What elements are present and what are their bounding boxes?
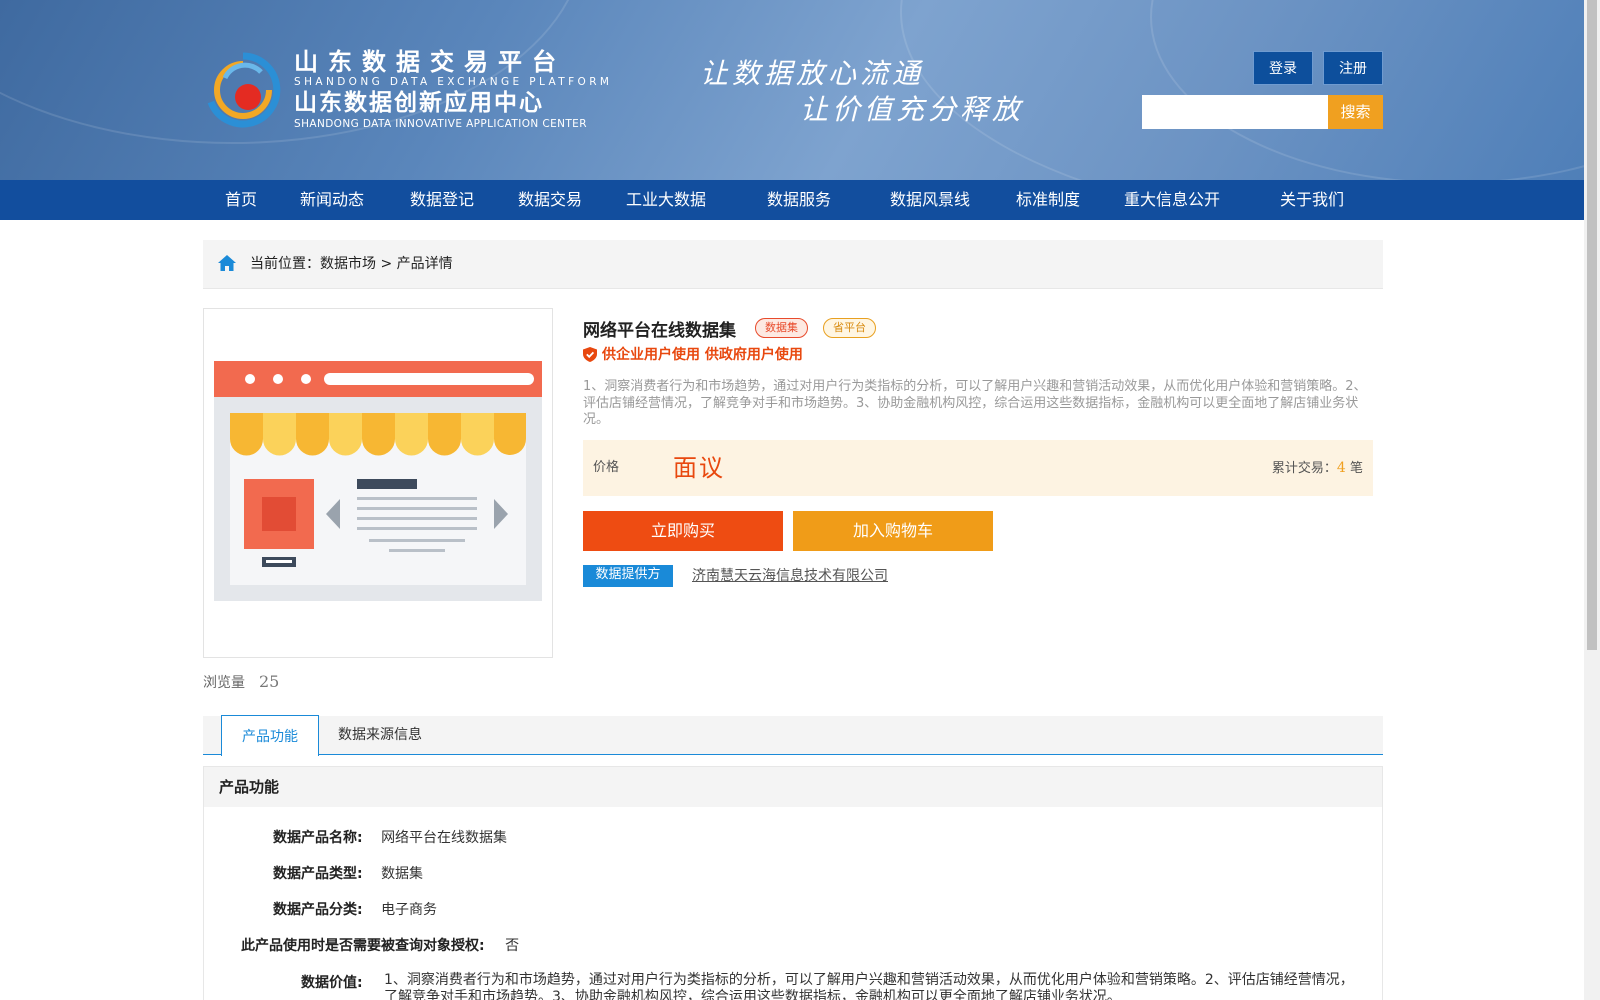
product-description: 1、洞察消费者行为和市场趋势，通过对用户行为类指标的分析，可以了解用户兴趣和营销… [583, 379, 1367, 427]
feature-value: 数据集 [381, 866, 424, 882]
slogan-line-2: 让价值充分释放 [800, 93, 1025, 126]
main-nav: 首页 新闻动态 数据登记 数据交易 工业大数据 数据服务 数据风景线 标准制度 … [0, 180, 1584, 220]
feature-key: 数据产品名称: [273, 830, 363, 846]
site-header: 山东数据交易平台 SHANDONG DATA EXCHANGE PLATFORM… [0, 0, 1584, 180]
breadcrumb: 当前位置：数据市场 > 产品详情 [203, 240, 1383, 289]
tab-product-features[interactable]: 产品功能 [221, 715, 319, 756]
platform-badge: 省平台 [823, 318, 876, 338]
view-count-value: 25 [259, 672, 280, 691]
nav-item-landscape[interactable]: 数据风景线 [890, 180, 970, 220]
nav-item-home[interactable]: 首页 [225, 180, 257, 220]
home-icon[interactable] [217, 254, 237, 276]
brand-title-en: SHANDONG DATA EXCHANGE PLATFORM [294, 76, 613, 88]
breadcrumb-prefix: 当前位置： [250, 256, 320, 272]
view-count: 浏览量 25 [203, 672, 279, 692]
cumulative-count: 4 [1336, 460, 1346, 476]
feature-value: 否 [505, 938, 520, 954]
feature-value: 电子商务 [381, 902, 438, 918]
nav-item-disclosure[interactable]: 重大信息公开 [1124, 180, 1220, 220]
brand-text: 山东数据交易平台 SHANDONG DATA EXCHANGE PLATFORM… [294, 48, 612, 130]
slogan-line-1: 让数据放心流通 [700, 57, 925, 90]
breadcrumb-separator: > [376, 256, 397, 272]
cumulative-unit: 笔 [1349, 461, 1363, 476]
login-button[interactable]: 登录 [1253, 51, 1313, 85]
type-badge: 数据集 [755, 318, 808, 338]
breadcrumb-text: 当前位置：数据市场 > 产品详情 [250, 240, 453, 288]
feature-key: 此产品使用时是否需要被查询对象授权: [241, 938, 485, 954]
shield-icon [583, 347, 597, 366]
feature-row: 数据价值: 1、洞察消费者行为和市场趋势，通过对用户行为类指标的分析，可以了解用… [301, 972, 1361, 1000]
product-image [203, 308, 553, 658]
features-panel: 产品功能 数据产品名称: 网络平台在线数据集 数据产品类型: 数据集 数据产品分… [203, 766, 1383, 1000]
nav-item-standards[interactable]: 标准制度 [1016, 180, 1080, 220]
feature-row: 数据产品分类: 电子商务 [273, 899, 437, 919]
features-heading: 产品功能 [219, 778, 280, 796]
feature-key: 数据产品类型: [273, 866, 363, 882]
brand-subtitle-en: SHANDONG DATA INNOVATIVE APPLICATION CEN… [294, 118, 587, 130]
feature-row: 数据产品类型: 数据集 [273, 863, 423, 883]
feature-key: 数据产品分类: [273, 902, 363, 918]
cumulative-label: 累计交易： [1271, 461, 1337, 476]
feature-row: 此产品使用时是否需要被查询对象授权: 否 [241, 935, 519, 955]
price-bar: 价格 面议 累计交易：4 笔 [583, 440, 1373, 496]
platform-logo[interactable] [203, 50, 283, 130]
features-heading-bar: 产品功能 [204, 767, 1382, 807]
provider-link[interactable]: 济南慧天云海信息技术有限公司 [692, 565, 888, 585]
feature-row: 数据产品名称: 网络平台在线数据集 [273, 827, 507, 847]
brand-subtitle-cn: 山东数据创新应用中心 [294, 90, 544, 116]
nav-item-trading[interactable]: 数据交易 [518, 180, 582, 220]
view-count-label: 浏览量 [203, 675, 245, 691]
nav-item-about[interactable]: 关于我们 [1280, 180, 1344, 220]
breadcrumb-current: 产品详情 [396, 256, 453, 272]
storefront-illustration-icon [214, 361, 542, 601]
search-button[interactable]: 搜索 [1328, 95, 1383, 129]
page-scrollbar[interactable] [1584, 0, 1600, 1000]
nav-item-industrial[interactable]: 工业大数据 [626, 180, 706, 220]
page: 山东数据交易平台 SHANDONG DATA EXCHANGE PLATFORM… [0, 0, 1584, 1000]
user-scope: 供企业用户使用 供政府用户使用 [583, 344, 803, 366]
nav-item-news[interactable]: 新闻动态 [300, 180, 364, 220]
nav-item-registration[interactable]: 数据登记 [410, 180, 474, 220]
brand-title-cn: 山东数据交易平台 [294, 48, 566, 76]
cumulative-transactions: 累计交易：4 笔 [1272, 440, 1363, 497]
provider-label: 数据提供方 [583, 565, 673, 587]
buy-now-button[interactable]: 立即购买 [583, 511, 783, 551]
add-to-cart-button[interactable]: 加入购物车 [793, 511, 993, 551]
user-scope-text: 供企业用户使用 供政府用户使用 [602, 347, 803, 363]
price-label: 价格 [593, 460, 620, 475]
price-value: 面议 [673, 454, 725, 482]
feature-value: 网络平台在线数据集 [381, 830, 508, 846]
nav-item-services[interactable]: 数据服务 [767, 180, 831, 220]
register-button[interactable]: 注册 [1323, 51, 1383, 85]
search-input[interactable] [1142, 95, 1328, 129]
feature-key: 数据价值: [301, 975, 363, 991]
tab-data-source[interactable]: 数据来源信息 [338, 716, 422, 754]
product-title: 网络平台在线数据集 [583, 321, 736, 341]
breadcrumb-link-market[interactable]: 数据市场 [320, 256, 376, 272]
detail-tabs: 产品功能 数据来源信息 [203, 715, 1383, 756]
scrollbar-thumb[interactable] [1587, 0, 1597, 650]
feature-value: 1、洞察消费者行为和市场趋势，通过对用户行为类指标的分析，可以了解用户兴趣和营销… [384, 972, 1354, 1000]
